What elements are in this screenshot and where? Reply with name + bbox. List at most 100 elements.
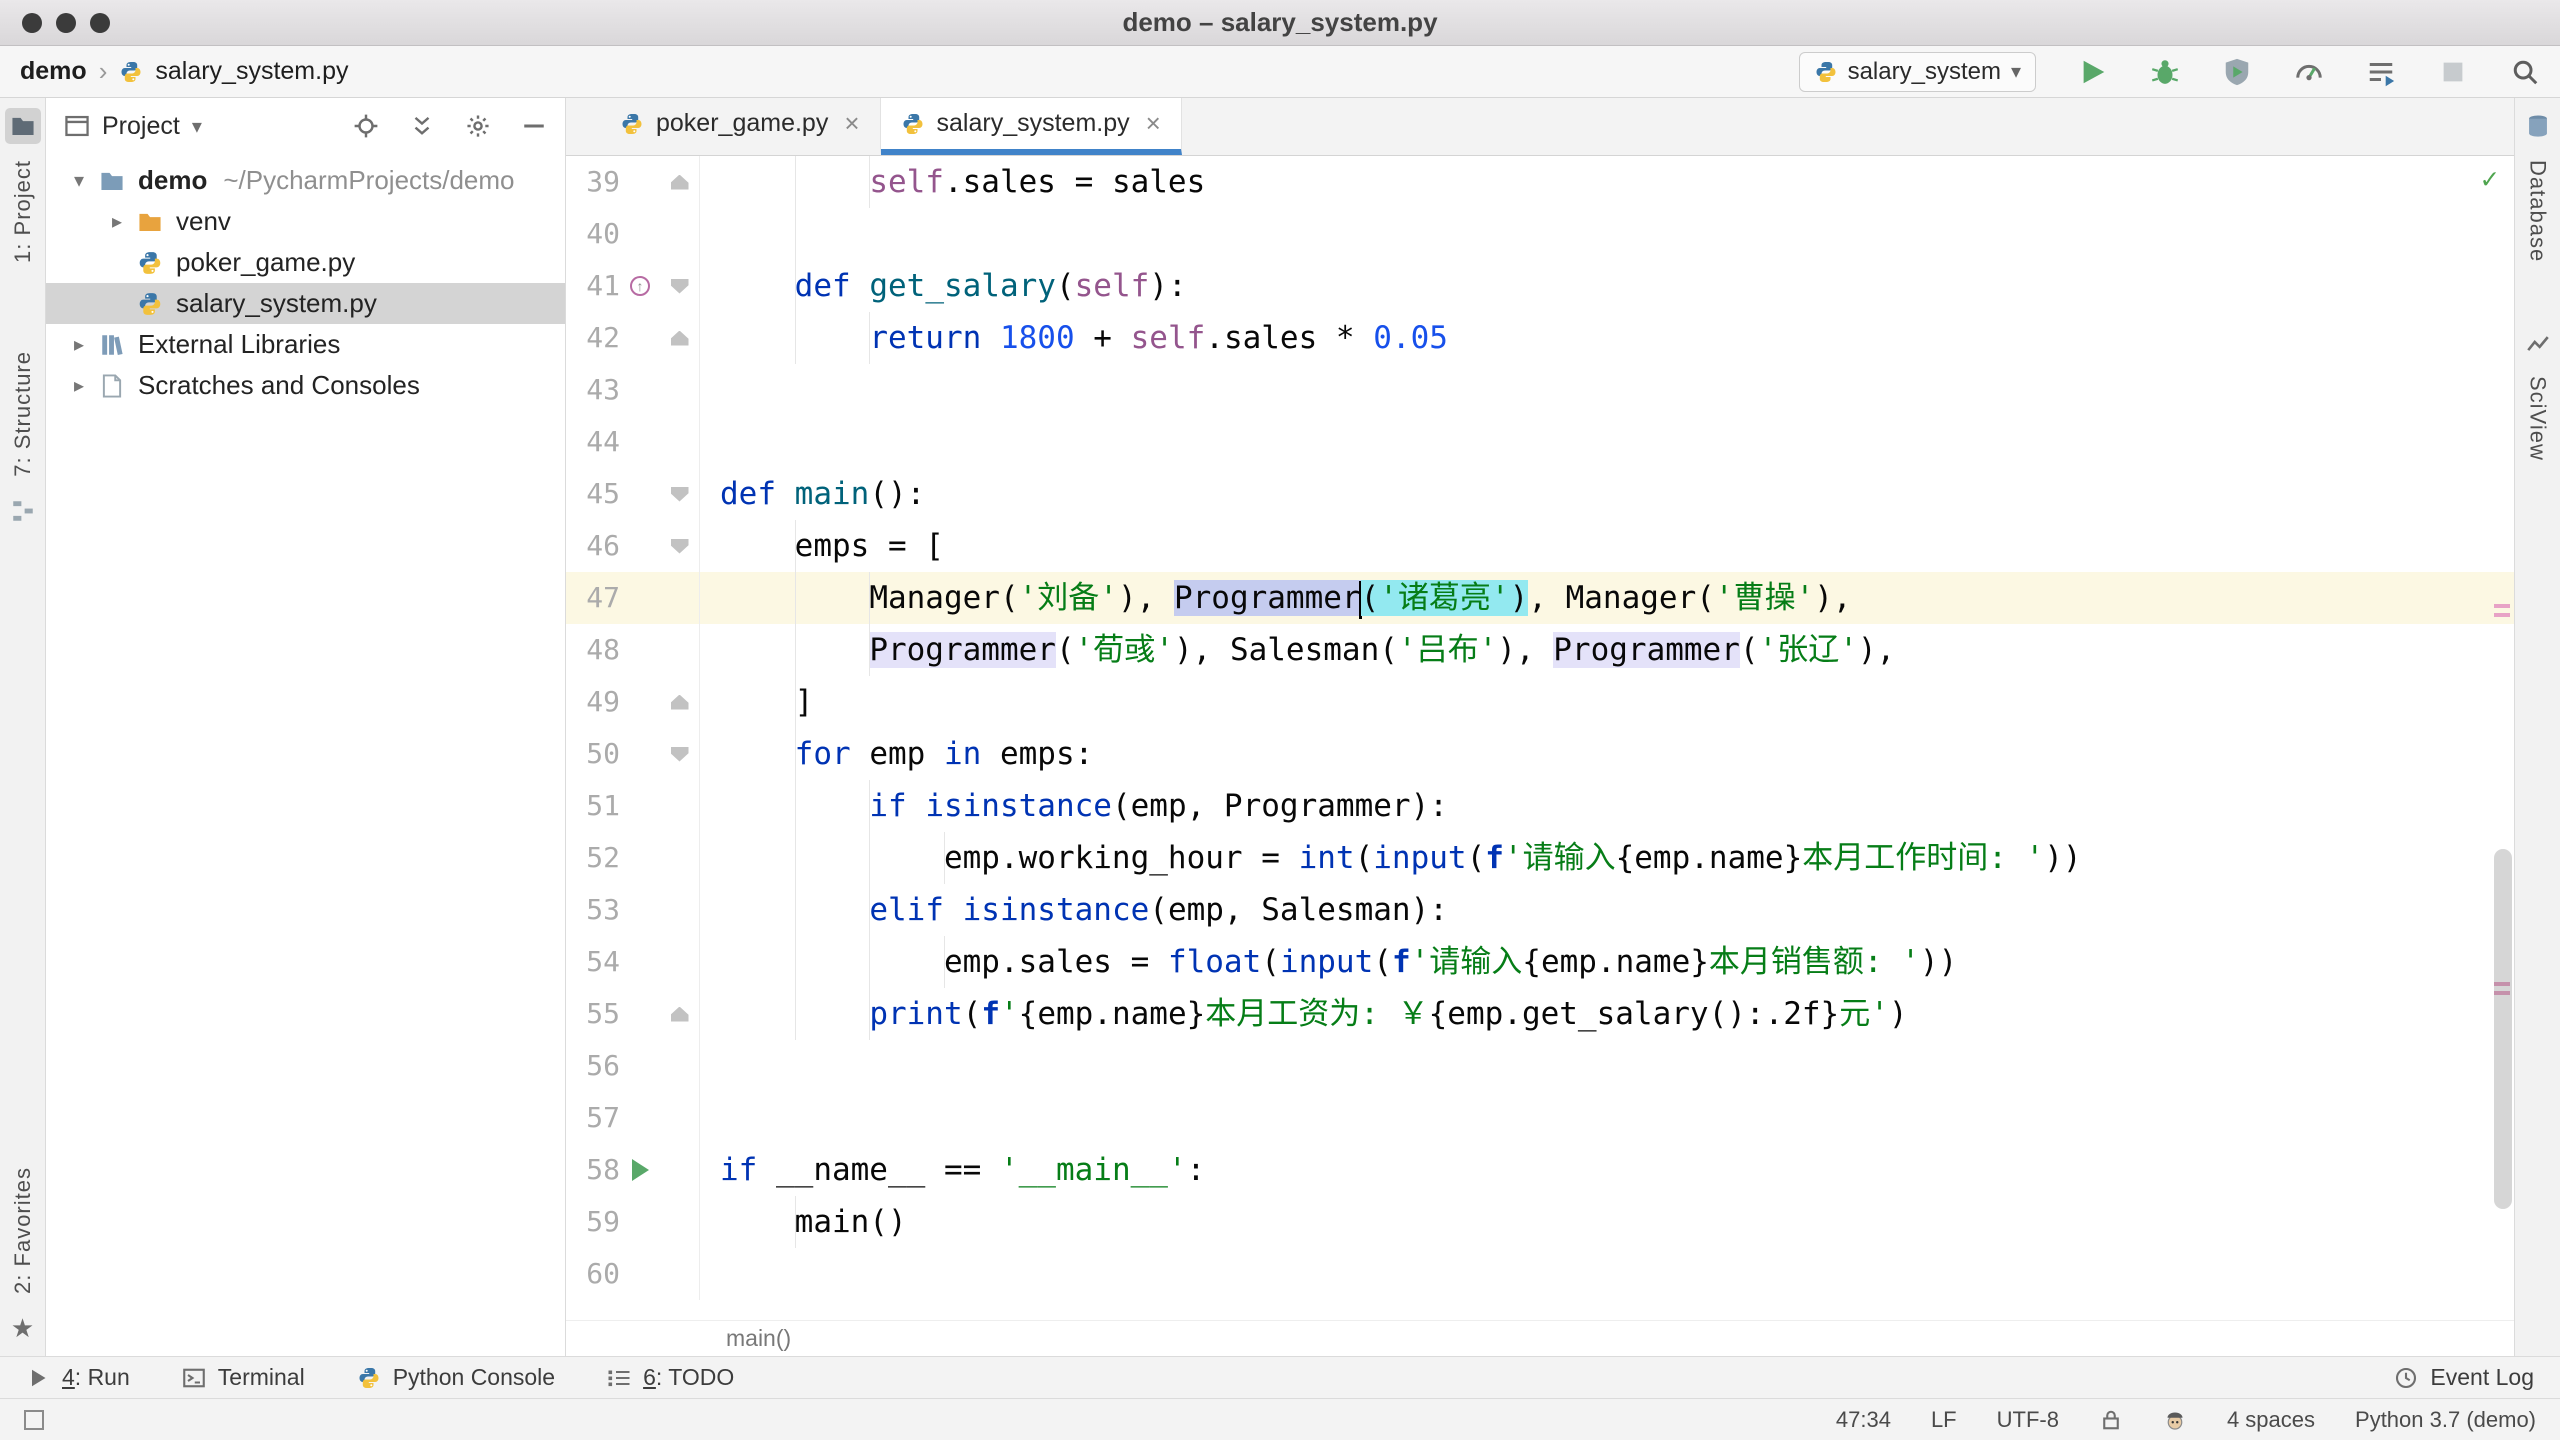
minimize-window-button[interactable] — [56, 12, 76, 33]
fold-up-icon[interactable] — [660, 312, 700, 364]
code-line-40[interactable]: 40 — [566, 208, 2514, 260]
editor[interactable]: 39 self.sales = sales 40 41 ↑ def get_salar… — [566, 156, 2514, 1320]
debug-button[interactable] — [2150, 57, 2180, 87]
tree-item-Scratches and Consoles[interactable]: ▸ Scratches and Consoles — [46, 365, 565, 406]
tree-expanded-arrow-icon[interactable]: ▾ — [60, 168, 98, 193]
structure-toolwindow-icon[interactable] — [5, 493, 41, 529]
fold-down-icon[interactable] — [660, 260, 700, 312]
code-line-43[interactable]: 43 — [566, 364, 2514, 416]
code-line-57[interactable]: 57 — [566, 1092, 2514, 1144]
code-line-59[interactable]: 59 main() — [566, 1196, 2514, 1248]
fold-up-icon[interactable] — [660, 988, 700, 1040]
vertical-scrollbar[interactable] — [2494, 849, 2512, 1209]
code-line-47[interactable]: 47 Manager('刘备'), Programmer('诸葛亮'), Man… — [566, 572, 2514, 624]
tree-item-External Libraries[interactable]: ▸ External Libraries — [46, 324, 565, 365]
code-line-54[interactable]: 54 emp.sales = float(input(f'请输入{emp.nam… — [566, 936, 2514, 988]
project-toolwindow-icon[interactable] — [4, 108, 41, 144]
project-panel-title[interactable]: Project — [102, 112, 180, 141]
code-line-50[interactable]: 50 for emp in emps: — [566, 728, 2514, 780]
fold-up-icon[interactable] — [660, 676, 700, 728]
fold-up-icon[interactable] — [660, 156, 700, 208]
code-line-42[interactable]: 42 return 1800 + self.sales * 0.05 — [566, 312, 2514, 364]
close-window-button[interactable] — [22, 12, 42, 33]
favorites-star-icon[interactable]: ★ — [5, 1310, 41, 1346]
tree-item-salary_system.py[interactable]: salary_system.py — [46, 283, 565, 324]
run-gutter-icon[interactable] — [620, 1144, 660, 1196]
code-line-48[interactable]: 48 Programmer('荀彧'), Salesman('吕布'), Pro… — [566, 624, 2514, 676]
tree-item-venv[interactable]: ▸ venv — [46, 201, 565, 242]
code-line-52[interactable]: 52 emp.working_hour = int(input(f'请输入{em… — [566, 832, 2514, 884]
run-with-coverage-button[interactable] — [2222, 57, 2252, 87]
code-line-39[interactable]: 39 self.sales = sales — [566, 156, 2514, 208]
code-line-49[interactable]: 49 ] — [566, 676, 2514, 728]
run-icon — [26, 1366, 50, 1390]
editor-tab-poker_game.py[interactable]: poker_game.py × — [600, 98, 881, 155]
hide-panel-icon[interactable] — [521, 113, 547, 139]
toolwindow-button-todo[interactable]: 6: TODO — [607, 1364, 734, 1391]
zoom-window-button[interactable] — [90, 12, 110, 33]
stripe-sciview-label[interactable]: SciView — [2525, 376, 2551, 461]
run-button[interactable] — [2078, 57, 2108, 87]
collapse-all-icon[interactable] — [409, 113, 435, 139]
inspections-ok-icon[interactable]: ✓ — [2481, 162, 2498, 195]
breadcrumb-project[interactable]: demo — [20, 57, 87, 86]
stripe-structure-label[interactable]: 7: Structure — [10, 351, 36, 477]
caret-position[interactable]: 47:34 — [1836, 1407, 1891, 1433]
code-line-51[interactable]: 51 if isinstance(emp, Programmer): — [566, 780, 2514, 832]
tree-item-poker_game.py[interactable]: poker_game.py — [46, 242, 565, 283]
code-line-55[interactable]: 55 print(f'{emp.name}本月工资为: ￥{emp.get_sa… — [566, 988, 2514, 1040]
fold-down-icon[interactable] — [660, 728, 700, 780]
stripe-favorites-label[interactable]: 2: Favorites — [10, 1167, 36, 1294]
run-dashboard-icon[interactable] — [2366, 57, 2396, 87]
editor-breadcrumb[interactable]: main() — [726, 1325, 791, 1352]
stripe-database-label[interactable]: Database — [2525, 160, 2551, 262]
locate-file-icon[interactable] — [353, 113, 379, 139]
line-number: 46 — [586, 529, 620, 562]
code-line-44[interactable]: 44 — [566, 416, 2514, 468]
tree-collapsed-arrow-icon[interactable]: ▸ — [60, 373, 98, 398]
tree-collapsed-arrow-icon[interactable]: ▸ — [60, 332, 98, 357]
line-number: 55 — [586, 997, 620, 1030]
python-interpreter[interactable]: Python 3.7 (demo) — [2355, 1407, 2536, 1433]
fold-down-icon[interactable] — [660, 468, 700, 520]
code-line-58[interactable]: 58 if __name__ == '__main__': — [566, 1144, 2514, 1196]
search-everywhere-button[interactable] — [2510, 57, 2540, 87]
indent-guide — [869, 624, 871, 676]
toolwindow-button-python-console[interactable]: Python Console — [357, 1364, 555, 1391]
hector-inspector-icon[interactable] — [2163, 1408, 2187, 1432]
stripe-project-label[interactable]: 1: Project — [10, 160, 36, 263]
code-line-45[interactable]: 45 def main(): — [566, 468, 2514, 520]
line-separator[interactable]: LF — [1931, 1407, 1957, 1433]
code-line-60[interactable]: 60 — [566, 1248, 2514, 1300]
toolwindow-button-run[interactable]: 4: Run — [26, 1364, 130, 1391]
database-toolwindow-icon[interactable] — [2520, 108, 2556, 144]
settings-gear-icon[interactable] — [465, 113, 491, 139]
breadcrumb-file[interactable]: salary_system.py — [155, 57, 348, 86]
toolwindow-button-terminal[interactable]: Terminal — [182, 1364, 305, 1391]
tab-close-icon[interactable]: × — [1146, 108, 1161, 139]
code-line-41[interactable]: 41 ↑ def get_salary(self): — [566, 260, 2514, 312]
toolwindow-switcher-icon[interactable] — [24, 1409, 44, 1430]
profiler-button[interactable] — [2294, 57, 2324, 87]
chevron-down-icon[interactable]: ▾ — [192, 114, 202, 139]
gutter-spacer — [620, 884, 660, 936]
indent-setting[interactable]: 4 spaces — [2227, 1407, 2315, 1433]
tree-collapsed-arrow-icon[interactable]: ▸ — [98, 209, 136, 234]
run-config-selector[interactable]: salary_system ▾ — [1798, 51, 2036, 92]
readonly-lock-icon[interactable] — [2099, 1408, 2123, 1432]
event-log-button[interactable]: Event Log — [2394, 1364, 2534, 1391]
tab-close-icon[interactable]: × — [844, 108, 859, 139]
indent-guide — [794, 780, 796, 832]
sciview-toolwindow-icon[interactable] — [2520, 324, 2556, 360]
fold-down-icon[interactable] — [660, 520, 700, 572]
file-encoding[interactable]: UTF-8 — [1997, 1407, 2059, 1433]
code-line-46[interactable]: 46 emps = [ — [566, 520, 2514, 572]
code-line-53[interactable]: 53 elif isinstance(emp, Salesman): — [566, 884, 2514, 936]
indent-guide — [794, 1196, 796, 1248]
tree-item-demo[interactable]: ▾ demo ~/PycharmProjects/demo — [46, 160, 565, 201]
chevron-right-icon: › — [98, 56, 108, 86]
overriding-method-gutter-icon[interactable]: ↑ — [620, 260, 660, 312]
code-line-56[interactable]: 56 — [566, 1040, 2514, 1092]
editor-tab-salary_system.py[interactable]: salary_system.py × — [880, 98, 1182, 155]
